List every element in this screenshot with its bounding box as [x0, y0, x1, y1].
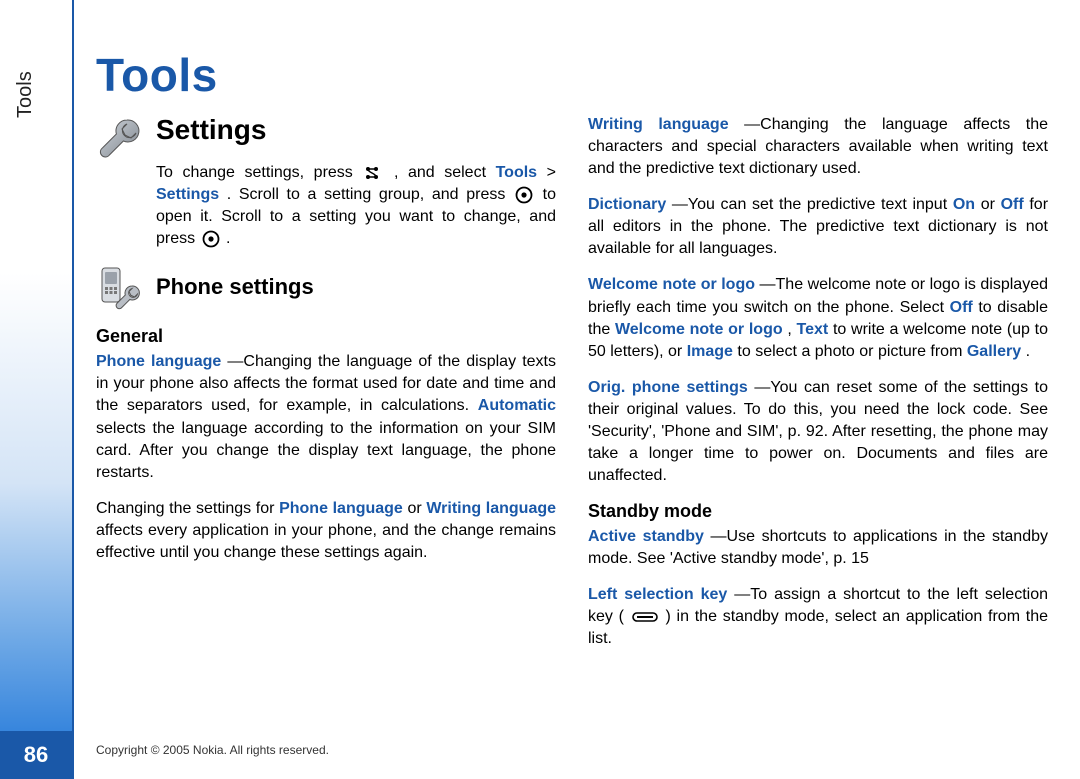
- page-number: 86: [0, 731, 72, 779]
- text: .: [226, 230, 230, 247]
- keyword-automatic: Automatic: [478, 397, 556, 414]
- keyword-text: Text: [797, 321, 829, 338]
- keyword-dictionary: Dictionary: [588, 196, 666, 213]
- text: or: [407, 500, 426, 517]
- text: ,: [787, 321, 796, 338]
- phone-settings-heading: Phone settings: [156, 274, 314, 300]
- column-right: Writing language —Changing the language …: [588, 114, 1048, 665]
- text: selects the language according to the in…: [96, 420, 556, 481]
- text: affects every application in your phone,…: [96, 522, 556, 561]
- active-standby-paragraph: Active standby —Use shortcuts to applica…: [588, 526, 1048, 570]
- text: —You can set the predictive text input: [672, 196, 953, 213]
- keyword-settings: Settings: [156, 186, 219, 203]
- keyword-on: On: [953, 196, 975, 213]
- scroll-key-icon: [515, 186, 533, 204]
- keyword-writing-language: Writing language: [426, 500, 556, 517]
- text: >: [547, 164, 556, 181]
- changing-note-paragraph: Changing the settings for Phone language…: [96, 498, 556, 564]
- text: to select a photo or picture from: [737, 343, 966, 360]
- section-tab: Tools: [14, 71, 37, 118]
- keyword-image: Image: [687, 343, 733, 360]
- standby-heading: Standby mode: [588, 501, 1048, 522]
- text: , and select: [394, 164, 496, 181]
- two-columns: Settings To change settings, press , and…: [96, 114, 1048, 665]
- keyword-active-standby: Active standby: [588, 528, 704, 545]
- keyword-off: Off: [950, 299, 973, 316]
- phone-wrench-icon: [96, 264, 144, 312]
- welcome-paragraph: Welcome note or logo —The welcome note o…: [588, 274, 1048, 362]
- general-heading: General: [96, 326, 556, 347]
- document-page: Tools 86 Tools: [0, 0, 1080, 779]
- text: .: [1026, 343, 1030, 360]
- keyword-phone-language: Phone language: [279, 500, 403, 517]
- keyword-welcome-note-or-logo: Welcome note or logo: [588, 276, 755, 293]
- keyword-phone-language: Phone language: [96, 353, 221, 370]
- copyright-footer: Copyright © 2005 Nokia. All rights reser…: [96, 743, 329, 757]
- keyword-welcome-note-or-logo: Welcome note or logo: [615, 321, 783, 338]
- writing-language-paragraph: Writing language —Changing the language …: [588, 114, 1048, 180]
- text: or: [981, 196, 1001, 213]
- keyword-orig-phone-settings: Orig. phone settings: [588, 379, 748, 396]
- content-area: Tools: [96, 48, 1048, 779]
- phone-settings-header: Phone settings: [96, 264, 556, 312]
- settings-header: Settings: [96, 114, 556, 162]
- menu-key-icon: [364, 164, 382, 182]
- column-left: Settings To change settings, press , and…: [96, 114, 556, 665]
- orig-settings-paragraph: Orig. phone settings —You can reset some…: [588, 377, 1048, 487]
- keyword-tools: Tools: [496, 164, 537, 181]
- text: . Scroll to a setting group, and press: [227, 186, 513, 203]
- left-selection-key-paragraph: Left selection key —To assign a shortcut…: [588, 584, 1048, 650]
- settings-heading: Settings: [156, 114, 266, 146]
- phone-language-paragraph: Phone language —Changing the language of…: [96, 351, 556, 483]
- softkey-icon: [632, 608, 658, 626]
- text: To change settings, press: [156, 164, 362, 181]
- keyword-gallery: Gallery: [967, 343, 1021, 360]
- keyword-off: Off: [1001, 196, 1024, 213]
- keyword-left-selection-key: Left selection key: [588, 586, 727, 603]
- text: Changing the settings for: [96, 500, 279, 517]
- page-title: Tools: [96, 48, 1048, 102]
- keyword-writing-language: Writing language: [588, 116, 729, 133]
- settings-intro: To change settings, press , and select T…: [156, 162, 556, 250]
- side-rule: [72, 0, 74, 779]
- wrench-icon: [96, 114, 144, 162]
- scroll-key-icon: [202, 230, 220, 248]
- dictionary-paragraph: Dictionary —You can set the predictive t…: [588, 194, 1048, 260]
